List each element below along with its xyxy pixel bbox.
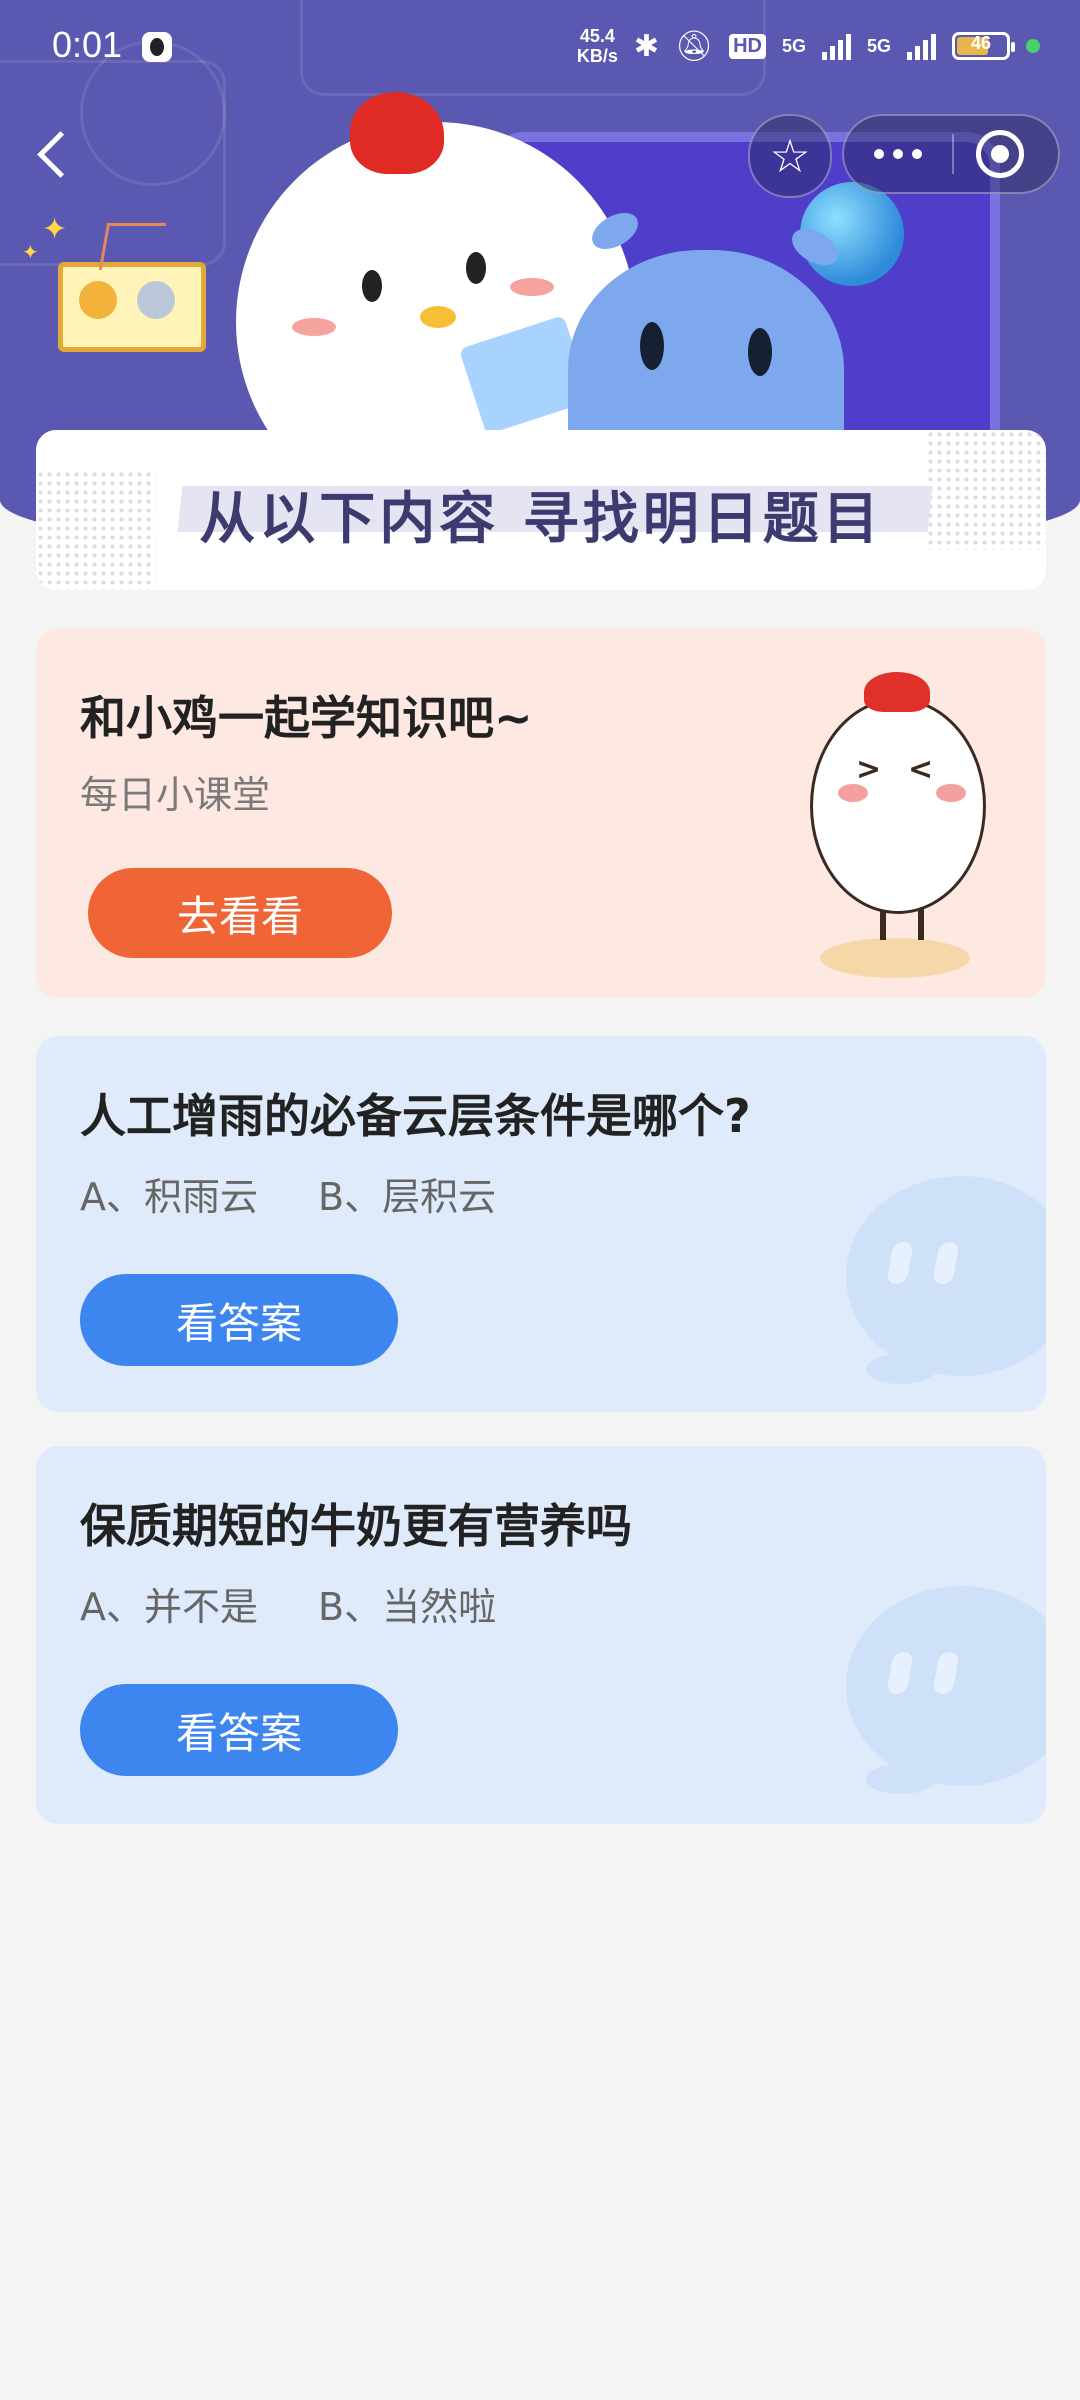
mini-program-capsule (842, 114, 1060, 194)
alien-eye (640, 322, 664, 370)
option-b: B、当然啦 (318, 1585, 497, 1629)
chicken-illustration: > < (790, 668, 1010, 978)
option-b: B、层积云 (318, 1175, 497, 1219)
medal-frame (58, 262, 206, 352)
go-see-button[interactable]: 去看看 (88, 868, 392, 958)
chicken-shadow (820, 938, 970, 978)
back-arrow-icon[interactable] (30, 126, 74, 182)
chicken-comb (864, 672, 930, 712)
more-dots-icon[interactable] (844, 116, 952, 192)
question-title: 人工增雨的必备云层条件是哪个? (80, 1089, 751, 1143)
chicken-eye (362, 270, 382, 302)
question-title: 保质期短的牛奶更有营养吗 (80, 1499, 632, 1553)
chat-bubble-icon (846, 1176, 1046, 1384)
network-type: 5G (866, 35, 891, 56)
qq-notification-icon (142, 32, 172, 62)
chicken-beak (420, 306, 456, 328)
net-speed-value: 45.4 (579, 26, 615, 46)
banner-title: 从以下内容 寻找明日题目 (199, 487, 883, 552)
question-card: 人工增雨的必备云层条件是哪个? A、积雨云 B、层积云 看答案 (36, 1036, 1046, 1412)
privacy-dot-icon (1026, 39, 1040, 53)
status-bar: 0:01 45.4 KB/s ✱ 🔕︎ HD 5G 5G 46 (0, 0, 1080, 96)
option-a: A、并不是 (80, 1585, 258, 1629)
learn-card: 和小鸡一起学知识吧~ 每日小课堂 去看看 > < (36, 628, 1046, 998)
battery-level: 46 (970, 33, 992, 53)
chicken-eye: > (856, 752, 882, 787)
net-speed-unit: KB/s (576, 46, 618, 66)
star-icon[interactable]: ☆ (748, 114, 832, 198)
status-time: 0:01 (52, 24, 123, 65)
bluetooth-icon: ✱ (633, 29, 659, 63)
chicken-body (810, 698, 986, 914)
status-icons: 45.4 KB/s ✱ 🔕︎ HD 5G 5G 46 (577, 26, 1040, 66)
signal-icon (907, 32, 936, 60)
signal-icon (821, 32, 851, 60)
chicken-comb (350, 92, 444, 174)
chicken-cheek (292, 318, 336, 336)
target-close-icon[interactable] (976, 130, 1024, 178)
alien-eye (748, 328, 772, 376)
chicken-cheek (936, 784, 966, 802)
question-options: A、积雨云 B、层积云 (80, 1166, 496, 1221)
chicken-eye (466, 252, 486, 284)
view-answer-button[interactable]: 看答案 (80, 1274, 398, 1366)
capsule-divider (952, 134, 954, 174)
chicken-cheek (510, 278, 554, 296)
network-type: 5G (781, 35, 806, 56)
silver-medal-icon (137, 281, 175, 319)
hd-badge: HD (729, 33, 766, 59)
gold-medal-icon (79, 281, 117, 319)
learn-card-subtitle: 每日小课堂 (80, 773, 271, 817)
bell-muted-icon: 🔕︎ (674, 29, 714, 63)
question-card: 保质期短的牛奶更有营养吗 A、并不是 B、当然啦 看答案 (36, 1446, 1046, 1824)
battery-icon: 46 (952, 32, 1015, 60)
sparkle-icon: ✦ (42, 212, 68, 247)
question-options: A、并不是 B、当然啦 (80, 1576, 496, 1631)
chat-bubble-icon (846, 1586, 1046, 1794)
learn-card-title: 和小鸡一起学知识吧~ (80, 691, 533, 745)
option-a: A、积雨云 (80, 1175, 258, 1219)
view-answer-button[interactable]: 看答案 (80, 1684, 398, 1776)
title-banner: 从以下内容 寻找明日题目 (36, 430, 1046, 590)
net-speed: 45.4 KB/s (577, 26, 618, 66)
chicken-eye: < (908, 752, 934, 787)
chicken-cheek (838, 784, 868, 802)
sparkle-icon: ✦ (22, 240, 39, 264)
